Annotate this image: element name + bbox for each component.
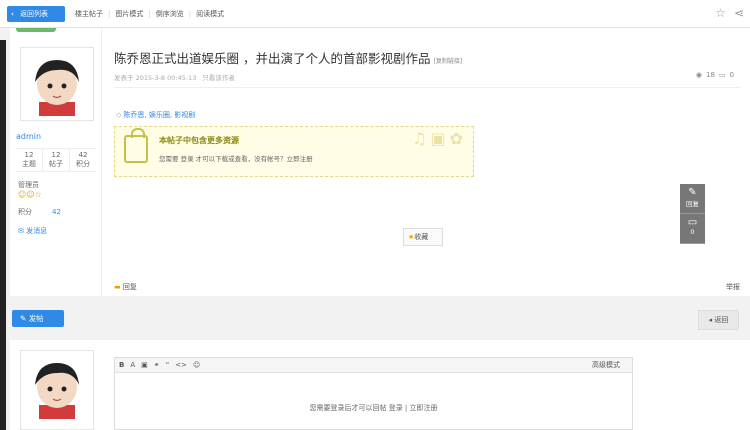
comment-icon: ▭ (687, 217, 698, 228)
author-stats: 12 主题 12 帖子 42 积分 (16, 148, 96, 172)
code-icon[interactable]: <> (175, 361, 187, 369)
green-tab (16, 28, 56, 32)
link-image-mode[interactable]: 图片模式 (115, 10, 143, 18)
stat-topics[interactable]: 12 主题 (16, 149, 43, 171)
copy-link[interactable]: [复制链接] (433, 58, 462, 65)
reply-bubble-icon: ▬ (114, 283, 121, 291)
quote-icon[interactable]: “ (166, 361, 170, 369)
report-link[interactable]: 举报 (726, 282, 740, 292)
avatar-image (35, 60, 79, 116)
eye-icon: ◉ (695, 71, 702, 79)
link-icon[interactable]: ⚭ (154, 361, 160, 369)
avatar-image (35, 363, 79, 419)
image-icon[interactable]: ▣ (141, 361, 148, 369)
edit-icon: ✎ (20, 314, 27, 323)
post-title: 陈乔恩正式出道娱乐圈 ，并出演了个人的首部影视剧作品 [复制链接] (114, 51, 463, 66)
top-bar: ‹ 返回列表 楼主帖子 | 图片模式 | 倒序浏览 | 阅读模式 ☆ ⋖ (0, 0, 750, 28)
send-message-link[interactable]: ✉ 发消息 (18, 226, 47, 236)
divider (114, 87, 740, 88)
comment-icon: ▭ (718, 71, 726, 79)
top-icons: ☆ ⋖ (707, 6, 744, 20)
font-color-icon[interactable]: A (130, 361, 135, 369)
left-edge-bar (0, 40, 6, 430)
author-sidebar: admin 12 主题 12 帖子 42 积分 管理员 ☺☺☆ 积分 42 ✉ 发消息 (10, 28, 102, 296)
author-credit: 积分 42 (18, 208, 61, 216)
author-rank: 管理员 (18, 181, 39, 189)
reply-section: B A ▣ ⚭ “ <> ☺ 高级模式 您需要登录后才可以回帖 登录 | 立即注册 (10, 340, 750, 430)
medal-icons: ☺☺☆ (18, 190, 42, 199)
reply-avatar (20, 350, 94, 430)
float-reply-button[interactable]: ✎ 回复 (680, 184, 705, 214)
post-tags[interactable]: ◇ 陈乔恩, 娱乐圈, 影视剧 (116, 110, 195, 120)
mail-icon: ✉ (18, 227, 24, 235)
back-to-list-button[interactable]: ‹ 返回列表 (7, 6, 65, 22)
action-bar: ✎ 发帖 ◂ 返回 (10, 300, 750, 338)
link-author-posts[interactable]: 楼主帖子 (75, 10, 103, 18)
author-name[interactable]: admin (16, 132, 41, 141)
advanced-mode-link[interactable]: 高级模式 (592, 358, 620, 372)
return-button[interactable]: ◂ 返回 (698, 310, 739, 330)
chevron-left-icon: ‹ (11, 10, 14, 18)
media-decoration-icon: ♫▣✿ (412, 129, 467, 148)
arrow-left-icon: ◂ (708, 316, 713, 324)
pencil-icon: ✎ (688, 187, 697, 198)
floating-actions: ✎ 回复 ▭ 0 (680, 184, 705, 244)
hidden-content-box: 本帖子中包含更多资源 您需要 登录 才可以下载或查看，没有帐号？立即注册 ♫▣✿ (114, 126, 474, 177)
hidden-content-text[interactable]: 您需要 登录 才可以下载或查看，没有帐号？立即注册 (159, 153, 313, 163)
post-container: admin 12 主题 12 帖子 42 积分 管理员 ☺☺☆ 积分 42 ✉ 发消息 … (10, 28, 750, 296)
favorite-button[interactable]: ★收藏 (403, 228, 443, 246)
link-reading-mode[interactable]: 阅读模式 (196, 10, 224, 18)
thread-view-links: 楼主帖子 | 图片模式 | 倒序浏览 | 阅读模式 (75, 10, 225, 18)
new-post-button[interactable]: ✎ 发帖 (12, 310, 64, 327)
stat-credits[interactable]: 42 积分 (70, 149, 96, 171)
author-only-link[interactable]: 只看该作者 (202, 74, 235, 82)
smiley-icon[interactable]: ☺ (193, 361, 200, 369)
post-meta: 发表于 2015-3-8 00:45:13 只看该作者 (114, 74, 235, 82)
post-counts: ◉ 18 ▭ 0 (695, 71, 734, 79)
hidden-content-title: 本帖子中包含更多资源 (159, 136, 239, 145)
reply-link[interactable]: ▬ 回复 (114, 282, 137, 292)
stat-posts[interactable]: 12 帖子 (43, 149, 70, 171)
star-icon[interactable]: ☆ (715, 6, 726, 20)
link-reverse-order[interactable]: 倒序浏览 (156, 10, 184, 18)
bold-icon[interactable]: B (119, 361, 124, 369)
lock-icon (124, 128, 148, 163)
float-comments-button[interactable]: ▭ 0 (680, 214, 705, 244)
reply-editor: B A ▣ ⚭ “ <> ☺ 高级模式 您需要登录后才可以回帖 登录 | 立即注册 (114, 357, 633, 430)
post-main: 陈乔恩正式出道娱乐圈 ，并出演了个人的首部影视剧作品 [复制链接] 发表于 201… (102, 28, 750, 296)
login-prompt[interactable]: 您需要登录后才可以回帖 登录 | 立即注册 (115, 403, 632, 413)
share-icon[interactable]: ⋖ (734, 6, 744, 20)
tag-icon: ◇ (116, 111, 122, 119)
editor-toolbar: B A ▣ ⚭ “ <> ☺ 高级模式 (115, 358, 632, 373)
avatar[interactable] (20, 47, 94, 121)
